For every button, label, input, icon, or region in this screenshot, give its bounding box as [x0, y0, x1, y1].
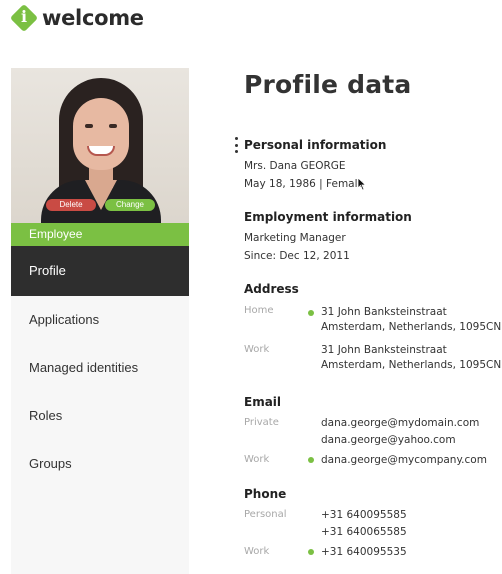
delete-photo-button[interactable]: Delete	[46, 199, 96, 211]
primary-indicator-icon	[308, 549, 314, 555]
sidebar-item-groups[interactable]: Groups	[11, 440, 189, 488]
address-title: Address	[244, 282, 299, 296]
private-email-1[interactable]: dana.george@mydomain.com	[321, 417, 479, 429]
work-address-line2: Amsterdam, Netherlands, 1095CN	[321, 359, 502, 371]
personal-phone-1: +31 640095585	[321, 509, 407, 521]
page-title: Profile data	[244, 70, 412, 99]
sidebar-item-profile[interactable]: Profile	[11, 246, 189, 296]
birth-gender: May 18, 1986 | Female	[244, 178, 364, 190]
more-options-icon[interactable]	[233, 137, 239, 153]
employment-since: Since: Dec 12, 2011	[244, 250, 350, 262]
home-address-line2: Amsterdam, Netherlands, 1095CN	[321, 321, 502, 333]
work-address-label: Work	[244, 344, 270, 355]
sidebar: Delete Change Employee Profile Applicati…	[11, 68, 189, 574]
welcome-logo[interactable]: i welcome	[9, 3, 144, 33]
work-email[interactable]: dana.george@mycompany.com	[321, 454, 487, 466]
full-name: Mrs. Dana GEORGE	[244, 160, 346, 172]
job-title: Marketing Manager	[244, 232, 346, 244]
work-address-line1: 31 John Banksteinstraat	[321, 344, 447, 356]
main-content: Profile data Personal information Mrs. D…	[234, 0, 502, 574]
sidebar-item-managed-identities[interactable]: Managed identities	[11, 344, 189, 392]
change-photo-button[interactable]: Change	[105, 199, 155, 211]
personal-phone-2: +31 640065585	[321, 526, 407, 538]
home-address-line1: 31 John Banksteinstraat	[321, 306, 447, 318]
profile-photo: Delete Change	[11, 68, 189, 223]
sidebar-item-applications[interactable]: Applications	[11, 296, 189, 344]
sidebar-item-roles[interactable]: Roles	[11, 392, 189, 440]
mouse-cursor-icon	[357, 177, 367, 191]
primary-indicator-icon	[308, 310, 314, 316]
private-email-label: Private	[244, 417, 279, 428]
employment-info-title: Employment information	[244, 210, 412, 224]
personal-info-title: Personal information	[244, 138, 387, 152]
role-badge: Employee	[11, 223, 189, 246]
home-address-label: Home	[244, 305, 274, 316]
personal-phone-label: Personal	[244, 509, 287, 520]
private-email-2[interactable]: dana.george@yahoo.com	[321, 434, 456, 446]
work-phone-label: Work	[244, 546, 270, 557]
work-email-label: Work	[244, 454, 270, 465]
primary-indicator-icon	[308, 457, 314, 463]
work-phone: +31 640095535	[321, 546, 407, 558]
email-title: Email	[244, 395, 282, 409]
logo-text: welcome	[42, 6, 144, 30]
logo-icon: i	[9, 3, 39, 33]
phone-title: Phone	[244, 487, 287, 501]
